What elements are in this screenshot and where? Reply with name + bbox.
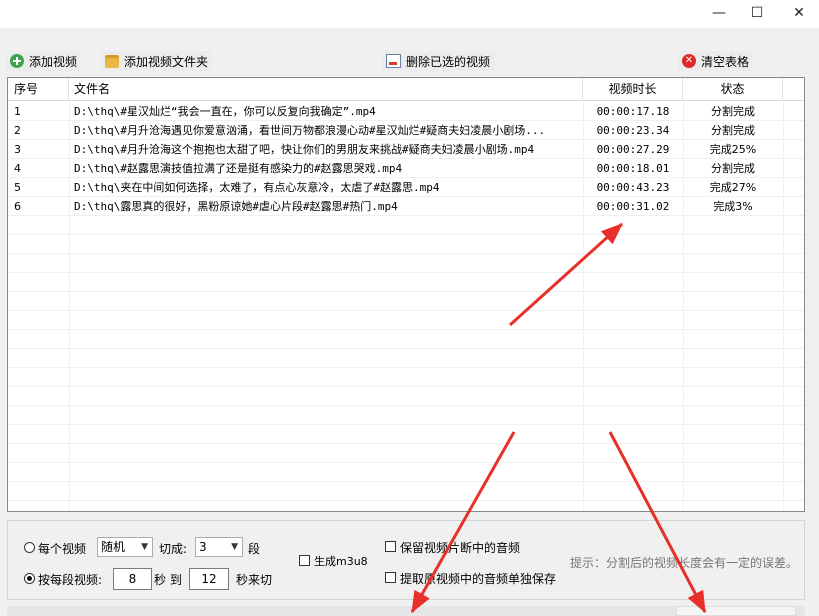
header-duration[interactable]: 视频时长 (583, 78, 683, 100)
row-duration: 00:00:31.02 (596, 200, 670, 213)
video-table[interactable]: 序号 文件名 视频时长 状态 1 D:\thq\#星汉灿烂“我会一直在，你可以反… (7, 77, 805, 512)
segments-unit-label: 段 (248, 542, 261, 556)
table-row[interactable]: 6 D:\thq\露思真的很好，黑粉原谅她#虐心片段#赵露思#热门.mp4 00… (8, 197, 804, 216)
clear-table-button[interactable]: ✕ 清空表格 (678, 51, 754, 71)
delete-selected-button[interactable]: 删除已选的视频 (382, 51, 495, 71)
row-status: 完成27% (709, 181, 757, 194)
row-duration: 00:00:27.29 (596, 143, 670, 156)
add-folder-label: 添加视频文件夹 (124, 54, 209, 69)
per-video-mode-select[interactable]: 随机 ▼ (97, 537, 153, 557)
title-bar: — ☐ ✕ (0, 0, 819, 28)
grid-row-line (8, 443, 804, 444)
table-row[interactable]: 3 D:\thq\#月升沧海这个抱抱也太甜了吧，快让你们的男朋友来挑战#疑商夫妇… (8, 140, 804, 159)
row-filename: D:\thq\夹在中间如何选择，太难了，有点心灰意冷，太虐了#赵露思.mp4 (74, 181, 440, 194)
minimize-button[interactable]: — (699, 0, 739, 26)
row-index: 1 (14, 105, 21, 118)
table-row[interactable]: 2 D:\thq\#月升沧海遇见你爱意汹涌，看世间万物都浪漫心动#星汉灿烂#疑商… (8, 121, 804, 140)
per-segment-label: 按每段视频: (38, 573, 103, 587)
table-header: 序号 文件名 视频时长 状态 (8, 78, 804, 101)
row-duration: 00:00:23.34 (596, 124, 670, 137)
grid-row-line (8, 253, 804, 254)
grid-row-line (8, 367, 804, 368)
grid-row-line (8, 348, 804, 349)
grid-row-line (8, 386, 804, 387)
row-filename: D:\thq\露思真的很好，黑粉原谅她#虐心片段#赵露思#热门.mp4 (74, 200, 398, 213)
chevron-down-icon: ▼ (141, 542, 148, 552)
gen-m3u8-label: 生成m3u8 (314, 555, 368, 568)
row-filename: D:\thq\#赵露思演技值拉满了还是挺有感染力的#赵露思哭戏.mp4 (74, 162, 403, 175)
row-filename: D:\thq\#星汉灿烂“我会一直在，你可以反复向我确定”.mp4 (74, 105, 376, 118)
segment-max-input[interactable]: 12 (189, 568, 229, 590)
header-filename[interactable]: 文件名 (69, 78, 583, 100)
grid-row-line (8, 481, 804, 482)
row-index: 6 (14, 200, 21, 213)
grid-row-line (8, 272, 804, 273)
row-status: 分割完成 (711, 124, 755, 137)
row-index: 3 (14, 143, 21, 156)
per-video-radio[interactable] (24, 542, 35, 553)
cut-into-label: 切成: (159, 542, 188, 556)
row-index: 2 (14, 124, 21, 137)
header-index[interactable]: 序号 (8, 78, 69, 100)
grid-row-line (8, 424, 804, 425)
row-status: 分割完成 (711, 162, 755, 175)
row-status: 完成25% (709, 143, 757, 156)
delete-list-icon (386, 54, 401, 68)
grid-row-line (8, 234, 804, 235)
grid-row-line (8, 462, 804, 463)
grid-row-line (8, 329, 804, 330)
grid-row-line (8, 291, 804, 292)
row-duration: 00:00:17.18 (596, 105, 670, 118)
table-row[interactable]: 1 D:\thq\#星汉灿烂“我会一直在，你可以反复向我确定”.mp4 00:0… (8, 102, 804, 121)
row-duration: 00:00:18.01 (596, 162, 670, 175)
table-row[interactable]: 4 D:\thq\#赵露思演技值拉满了还是挺有感染力的#赵露思哭戏.mp4 00… (8, 159, 804, 178)
status-box (676, 606, 796, 616)
keep-audio-checkbox[interactable] (385, 541, 396, 552)
grid-row-line (8, 405, 804, 406)
row-filename: D:\thq\#月升沧海这个抱抱也太甜了吧，快让你们的男朋友来挑战#疑商夫妇凌晨… (74, 143, 535, 156)
row-filename: D:\thq\#月升沧海遇见你爱意汹涌，看世间万物都浪漫心动#星汉灿烂#疑商夫妇… (74, 124, 546, 137)
clear-x-icon: ✕ (682, 54, 696, 68)
segment-min-input[interactable]: 8 (113, 568, 152, 590)
row-index: 5 (14, 181, 21, 194)
add-video-button[interactable]: 添加视频 (6, 51, 82, 71)
add-icon (10, 54, 24, 68)
sec-to-label: 秒 到 (154, 573, 182, 587)
row-status: 分割完成 (711, 105, 755, 118)
keep-audio-label: 保留视频片断中的音频 (400, 541, 521, 555)
cut-count-value: 3 (199, 540, 207, 554)
gen-m3u8-checkbox[interactable] (299, 555, 310, 566)
maximize-button[interactable]: ☐ (737, 0, 777, 26)
folder-add-icon (105, 54, 119, 68)
sec-cut-label: 秒来切 (236, 573, 273, 587)
extract-audio-checkbox[interactable] (385, 572, 396, 583)
per-segment-radio[interactable] (24, 573, 35, 584)
chevron-down-icon: ▼ (231, 542, 238, 552)
grid-row-line (8, 500, 804, 501)
cut-count-select[interactable]: 3 ▼ (195, 537, 243, 557)
add-folder-button[interactable]: 添加视频文件夹 (101, 51, 213, 71)
header-status[interactable]: 状态 (683, 78, 783, 100)
hint-text: 提示：分割后的视频长度会有一定的误差。 (570, 556, 799, 570)
delete-selected-label: 删除已选的视频 (406, 54, 491, 69)
row-status: 完成3% (713, 200, 753, 213)
table-row[interactable]: 5 D:\thq\夹在中间如何选择，太难了，有点心灰意冷，太虐了#赵露思.mp4… (8, 178, 804, 197)
row-index: 4 (14, 162, 21, 175)
grid-row-line (8, 310, 804, 311)
per-video-label: 每个视频 (38, 542, 87, 556)
add-video-label: 添加视频 (29, 54, 78, 69)
row-duration: 00:00:43.23 (596, 181, 670, 194)
per-video-mode-value: 随机 (101, 540, 126, 554)
clear-table-label: 清空表格 (701, 54, 750, 69)
extract-audio-label: 提取原视频中的音频单独保存 (400, 572, 557, 586)
close-button[interactable]: ✕ (779, 0, 819, 26)
